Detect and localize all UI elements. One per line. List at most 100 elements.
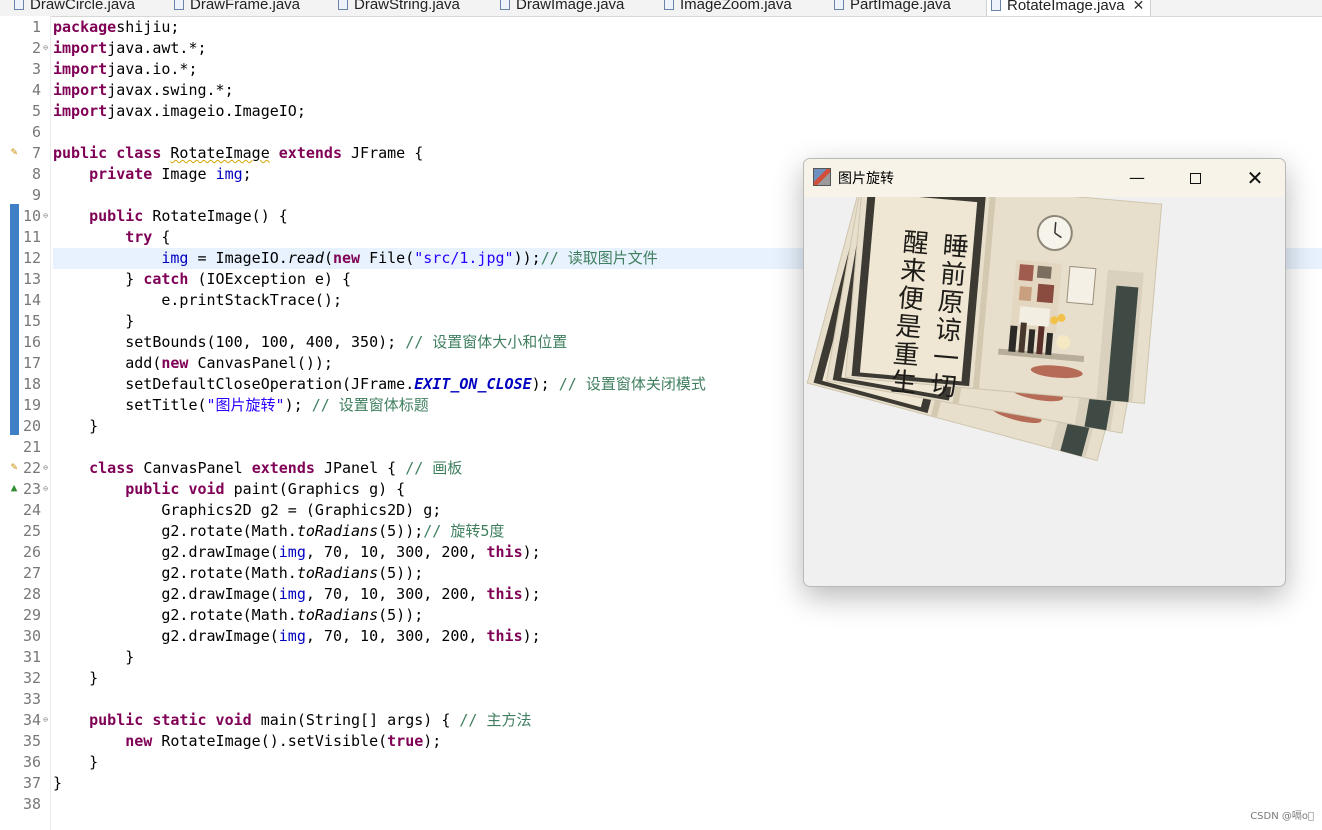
code-line[interactable]: private Image img; — [53, 164, 252, 185]
code-line[interactable]: g2.drawImage(img, 70, 10, 300, 200, this… — [53, 542, 540, 563]
tab-drawframe[interactable]: DrawFrame.java — [174, 0, 300, 16]
tab-rotateimage[interactable]: RotateImage.java ✕ — [986, 0, 1152, 16]
code-token: CanvasPanel — [143, 459, 252, 477]
code-line[interactable]: e.printStackTrace(); — [53, 290, 342, 311]
tab-partimage[interactable]: PartImage.java — [834, 0, 951, 16]
line-number: 18 — [22, 375, 41, 393]
code-token: private — [89, 165, 162, 183]
code-token: "src/1.jpg" — [414, 249, 514, 267]
code-line[interactable]: g2.rotate(Math.toRadians(5)); — [53, 563, 423, 584]
fold-toggle-icon[interactable]: ⊖ — [41, 212, 50, 221]
fold-toggle-icon[interactable]: ⊖ — [41, 44, 50, 53]
code-line[interactable]: public static void main(String[] args) {… — [53, 710, 531, 731]
java-file-icon — [664, 0, 674, 10]
code-line[interactable]: g2.drawImage(img, 70, 10, 300, 200, this… — [53, 626, 540, 647]
line-number: 24 — [22, 501, 41, 519]
code-token: // 旋转5度 — [423, 522, 505, 540]
line-number: 23 — [22, 480, 41, 498]
maximize-button[interactable] — [1166, 159, 1224, 197]
code-token: // 设置窗体大小和位置 — [405, 333, 568, 351]
line-number: 36 — [22, 753, 41, 771]
tab-label: DrawImage.java — [516, 0, 625, 13]
code-token: (5)); — [378, 606, 424, 624]
line-number: 14 — [22, 291, 41, 309]
code-line[interactable]: g2.drawImage(img, 70, 10, 300, 200, this… — [53, 584, 540, 605]
code-line[interactable]: public class RotateImage extends JFrame … — [53, 143, 423, 164]
canvas-panel: 睡前原谅一切 醒来便是重生 — [804, 177, 1285, 586]
java-file-icon — [174, 0, 184, 10]
close-button[interactable]: ✕ — [1226, 159, 1284, 197]
code-line[interactable]: importjava.io.*; — [53, 59, 198, 80]
fold-toggle-icon[interactable]: ⊖ — [41, 716, 50, 725]
line-number: 3 — [31, 60, 41, 78]
window-title: 图片旋转 — [838, 171, 894, 187]
code-line[interactable]: } — [53, 773, 62, 794]
code-token: new — [161, 354, 198, 372]
code-line[interactable]: } — [53, 416, 98, 437]
code-line[interactable]: class CanvasPanel extends JPanel { // 画板 — [53, 458, 462, 479]
line-number: 13 — [22, 270, 41, 288]
tab-drawimage[interactable]: DrawImage.java — [500, 0, 624, 16]
line-number: 37 — [22, 774, 41, 792]
code-line[interactable]: Graphics2D g2 = (Graphics2D) g; — [53, 500, 441, 521]
code-line[interactable]: setBounds(100, 100, 400, 350); // 设置窗体大小… — [53, 332, 567, 353]
code-line[interactable]: } — [53, 647, 134, 668]
code-line[interactable]: } — [53, 668, 98, 689]
code-line[interactable]: new RotateImage().setVisible(true); — [53, 731, 441, 752]
code-line[interactable]: try { — [53, 227, 170, 248]
code-token: add( — [53, 354, 162, 372]
code-token: g2.rotate(Math. — [53, 606, 297, 624]
code-token: RotateImage().setVisible( — [161, 732, 388, 750]
line-number-gutter: ✎ ✎ ▲ 1 2 ⊖ 3 4 5 6 7 8 9 10 ⊖ 11 12 13 14 15 16 17 18 19 20 2… — [0, 16, 51, 830]
tab-label: PartImage.java — [850, 0, 951, 13]
code-token: img — [215, 165, 243, 183]
code-line[interactable]: setDefaultCloseOperation(JFrame.EXIT_ON_… — [53, 374, 706, 395]
rotated-image-canvas: 睡前原谅一切 醒来便是重生 — [806, 177, 1163, 462]
fold-toggle-icon[interactable]: ⊖ — [41, 485, 50, 494]
code-token: g2.drawImage( — [53, 627, 279, 645]
code-token: ); — [531, 375, 559, 393]
code-token: extends — [269, 144, 352, 162]
code-line[interactable]: packageshijiu; — [53, 17, 179, 38]
line-number: 7 — [31, 144, 41, 162]
rotate-image-window[interactable]: 图片旋转 — ✕ 睡前原谅一切 醒来便是重生 — [803, 158, 1286, 587]
code-token: } — [53, 270, 144, 288]
code-line[interactable]: setTitle("图片旋转"); // 设置窗体标题 — [53, 395, 429, 416]
code-token: setTitle( — [53, 396, 207, 414]
tab-close-icon[interactable]: ✕ — [1133, 0, 1145, 13]
code-line[interactable]: importjavax.swing.*; — [53, 80, 234, 101]
tab-drawstring[interactable]: DrawString.java — [338, 0, 460, 16]
code-token: read — [287, 249, 324, 267]
code-line[interactable]: img = ImageIO.read(new File("src/1.jpg")… — [53, 248, 657, 269]
code-token: extends — [251, 459, 324, 477]
tab-imagezoom[interactable]: ImageZoom.java — [664, 0, 792, 16]
tab-label: DrawFrame.java — [190, 0, 301, 13]
tab-drawcircle[interactable]: DrawCircle.java — [14, 0, 135, 16]
fold-toggle-icon[interactable]: ⊖ — [41, 464, 50, 473]
code-token: } — [53, 669, 99, 687]
code-token: img — [278, 585, 306, 603]
code-token: g2.rotate(Math. — [53, 522, 297, 540]
code-token: (5)); — [378, 522, 424, 540]
java-file-icon — [991, 0, 1001, 11]
code-line[interactable]: importjava.awt.*; — [53, 38, 207, 59]
code-token: EXIT_ON_CLOSE — [414, 375, 532, 393]
code-line[interactable]: add(new CanvasPanel()); — [53, 353, 333, 374]
code-line[interactable]: } catch (IOException e) { — [53, 269, 351, 290]
code-line[interactable]: public void paint(Graphics g) { — [53, 479, 405, 500]
window-title-bar[interactable]: 图片旋转 — ✕ — [804, 159, 1285, 197]
code-line[interactable]: } — [53, 311, 134, 332]
code-token: img — [278, 543, 306, 561]
code-token: CanvasPanel()); — [197, 354, 333, 372]
code-line[interactable]: importjavax.imageio.ImageIO; — [53, 101, 306, 122]
code-line[interactable]: } — [53, 752, 98, 773]
code-line[interactable]: g2.rotate(Math.toRadians(5)); — [53, 605, 423, 626]
code-token: = ImageIO. — [188, 249, 288, 267]
code-line[interactable]: public RotateImage() { — [53, 206, 288, 227]
code-line[interactable]: g2.rotate(Math.toRadians(5));// 旋转5度 — [53, 521, 504, 542]
code-token: "图片旋转" — [206, 396, 285, 414]
minimize-button[interactable]: — — [1108, 159, 1166, 197]
